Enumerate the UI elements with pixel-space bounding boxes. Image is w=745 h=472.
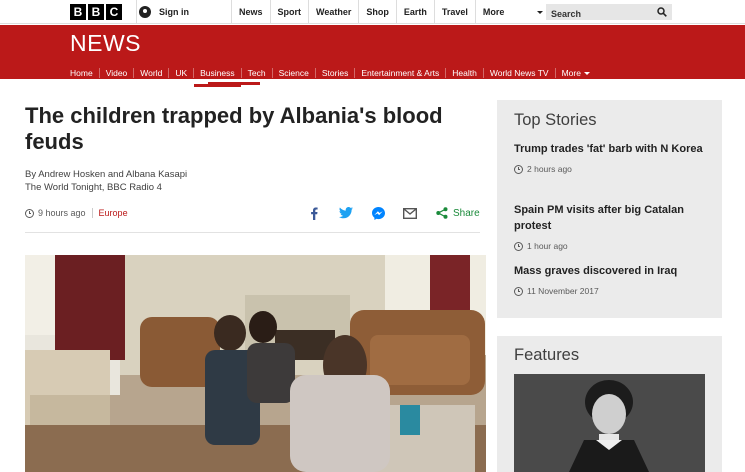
section-science[interactable]: Science: [271, 68, 315, 78]
article-time: 9 hours ago: [38, 208, 86, 218]
top-nav-travel[interactable]: Travel: [433, 0, 475, 24]
section-tech[interactable]: Tech: [240, 68, 272, 78]
logo-letter-b2: B: [88, 4, 104, 20]
top-nav-weather[interactable]: Weather: [308, 0, 358, 24]
meta-divider: [91, 208, 93, 218]
twitter-icon[interactable]: [339, 206, 353, 220]
byline-authors: By Andrew Hosken and Albana Kasapi: [25, 169, 188, 180]
email-icon[interactable]: [403, 206, 417, 220]
feature-photo[interactable]: [514, 374, 705, 472]
top-story-time-row: 2 hours ago: [514, 164, 709, 174]
top-story-item[interactable]: Spain PM visits after big Catalan protes…: [514, 202, 709, 251]
clock-icon: [514, 164, 523, 174]
search-icon[interactable]: [657, 7, 667, 17]
search-input[interactable]: [546, 6, 646, 22]
top-story-title[interactable]: Spain PM visits after big Catalan protes…: [514, 202, 709, 234]
top-story-time: 1 hour ago: [527, 241, 568, 251]
top-nav-more-label: More: [482, 7, 505, 17]
section-entertainment-arts[interactable]: Entertainment & Arts: [354, 68, 445, 78]
article-divider: [25, 232, 480, 233]
top-nav: News Sport Weather Shop Earth Travel Mor…: [231, 0, 549, 24]
section-health[interactable]: Health: [445, 68, 483, 78]
top-story-item[interactable]: Trump trades 'fat' barb with N Korea 2 h…: [514, 141, 709, 174]
top-story-time-row: 1 hour ago: [514, 241, 709, 251]
section-more[interactable]: More: [554, 68, 596, 78]
top-nav-sport[interactable]: Sport: [269, 0, 309, 24]
logo-letter-b1: B: [70, 4, 86, 20]
top-stories-panel: Top Stories Trump trades 'fat' barb with…: [497, 100, 722, 318]
user-icon: [139, 6, 151, 18]
section-stories[interactable]: Stories: [314, 68, 354, 78]
news-masthead: NEWS Home Video World UK Business Tech S…: [0, 25, 745, 87]
clock-icon: [25, 208, 34, 218]
chevron-down-icon: [536, 11, 543, 14]
top-nav-earth[interactable]: Earth: [395, 0, 434, 24]
article-byline: By Andrew Hosken and Albana Kasapi The W…: [25, 168, 187, 194]
share-tools: Share: [307, 206, 480, 220]
feature-photo-image: [514, 374, 705, 472]
clock-icon: [514, 241, 523, 251]
section-more-label: More: [561, 68, 581, 78]
bbc-top-bar: B B C Sign in News Sport Weather Shop Ea…: [0, 0, 745, 24]
article-meta: 9 hours ago Europe Share: [25, 206, 480, 220]
sign-in-label: Sign in: [159, 7, 189, 17]
bbc-logo[interactable]: B B C: [70, 4, 122, 20]
logo-letter-c: C: [106, 4, 122, 20]
features-heading: Features: [514, 346, 580, 364]
article-headline: The children trapped by Albania's blood …: [25, 103, 443, 154]
top-story-item[interactable]: Mass graves discovered in Iraq 11 Novemb…: [514, 263, 709, 296]
top-story-time: 11 November 2017: [527, 286, 599, 296]
top-nav-news[interactable]: News: [231, 0, 270, 24]
search-box[interactable]: [546, 4, 672, 22]
article-section-link[interactable]: Europe: [99, 208, 128, 218]
article-photo-image: [25, 255, 486, 472]
chevron-down-icon: [583, 72, 590, 76]
clock-icon: [514, 286, 523, 296]
top-story-title[interactable]: Mass graves discovered in Iraq: [514, 263, 709, 279]
top-story-title[interactable]: Trump trades 'fat' barb with N Korea: [514, 141, 709, 157]
news-wordmark[interactable]: NEWS: [70, 30, 141, 57]
messenger-icon[interactable]: [371, 206, 385, 220]
facebook-icon[interactable]: [307, 206, 321, 220]
byline-program: The World Tonight, BBC Radio 4: [25, 182, 162, 193]
section-uk[interactable]: UK: [168, 68, 193, 78]
features-panel: Features: [497, 336, 722, 472]
top-stories-heading: Top Stories: [514, 111, 597, 129]
section-home[interactable]: Home: [70, 68, 99, 78]
top-bar-inner: B B C Sign in News Sport Weather Shop Ea…: [68, 0, 673, 24]
share-label[interactable]: Share: [453, 208, 480, 219]
top-story-time-row: 11 November 2017: [514, 286, 709, 296]
top-story-time: 2 hours ago: [527, 164, 572, 174]
section-business[interactable]: Business: [193, 68, 241, 87]
top-nav-more[interactable]: More: [474, 0, 549, 24]
section-world-news-tv[interactable]: World News TV: [482, 68, 555, 78]
section-video[interactable]: Video: [98, 68, 134, 78]
section-nav: Home Video World UK Business Tech Scienc…: [70, 66, 596, 87]
article-photo: [25, 255, 486, 472]
top-nav-shop[interactable]: Shop: [358, 0, 396, 24]
section-world[interactable]: World: [133, 68, 168, 78]
active-section-indicator: [208, 82, 260, 85]
share-icon[interactable]: [435, 206, 449, 220]
